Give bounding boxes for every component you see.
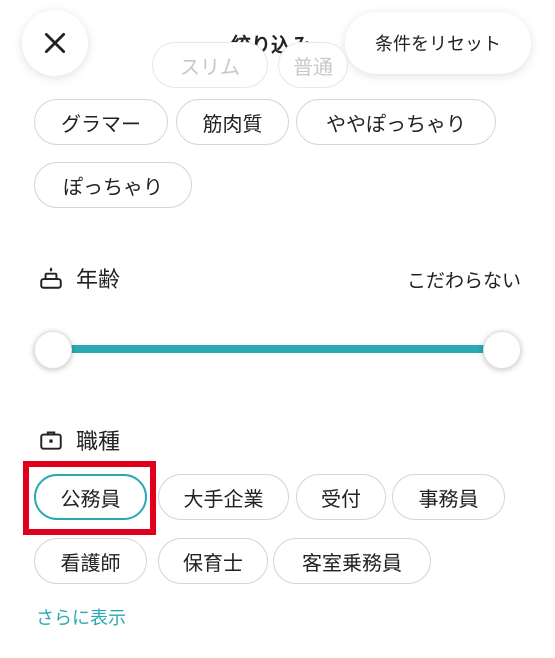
cake-icon [40,267,62,289]
chip-body-type[interactable]: ぽっちゃり [34,162,192,208]
age-value: こだわらない [406,270,521,292]
age-slider-min-thumb[interactable] [34,331,72,369]
chip-occupation[interactable]: 大手企業 [158,474,289,520]
close-button[interactable] [22,10,88,76]
chip-occupation[interactable]: 客室乗務員 [273,538,431,584]
age-slider-max-thumb[interactable] [483,331,521,369]
reset-button[interactable]: 条件をリセット [345,12,531,74]
occupation-section-title: 職種 [38,424,120,456]
age-slider-track[interactable] [52,345,502,353]
chip-body-type[interactable]: ややぽっちゃり [296,99,496,145]
chip-body-type[interactable]: スリム [152,42,268,88]
show-more-link[interactable]: さらに表示 [36,604,126,630]
chip-body-type[interactable]: 筋肉質 [176,99,289,145]
chip-body-type[interactable]: 普通 [278,42,348,88]
chip-occupation[interactable]: 受付 [296,474,386,520]
age-label: 年齢 [76,268,121,293]
age-section-title: 年齢 [38,262,120,294]
header: 絞り込み 条件をリセット [0,0,555,86]
chip-body-type[interactable]: グラマー [34,99,168,145]
chip-occupation-selected[interactable]: 公務員 [34,474,147,520]
close-icon [44,32,66,54]
occupation-label: 職種 [76,430,121,455]
chip-occupation[interactable]: 保育士 [158,538,268,584]
chip-occupation[interactable]: 看護師 [34,538,147,584]
briefcase-icon [40,431,62,450]
chip-occupation[interactable]: 事務員 [392,474,505,520]
